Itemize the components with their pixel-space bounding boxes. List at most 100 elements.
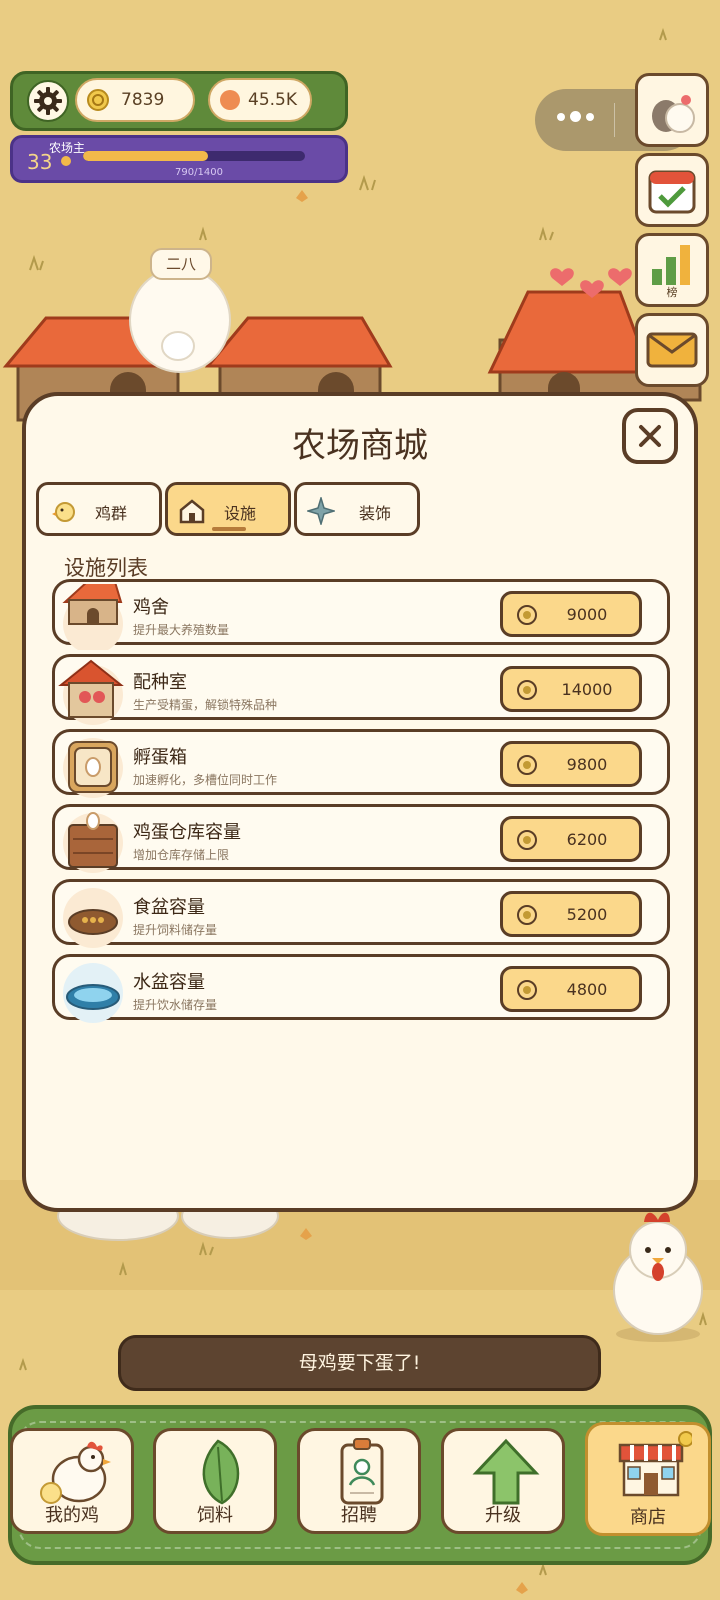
food-bowl-icon bbox=[63, 888, 123, 948]
tab-label: 鸡群 bbox=[95, 504, 128, 523]
chicken-name-tag[interactable]: 二八 bbox=[150, 248, 212, 280]
chicken-group-icon bbox=[652, 95, 695, 133]
xp-text: 790/1400 bbox=[175, 167, 223, 178]
tab-label: 装饰 bbox=[359, 504, 392, 523]
shop-item-water-bowl: 水盆容量 提升饮水储存量 4800 bbox=[52, 954, 670, 1023]
coin-icon bbox=[517, 755, 537, 775]
gem-counter[interactable]: 45.5K bbox=[208, 78, 312, 122]
item-price: 5200 bbox=[566, 905, 608, 924]
nav-shop[interactable]: 商店 bbox=[585, 1422, 711, 1536]
close-button[interactable] bbox=[622, 408, 678, 464]
modal-title: 农场商城 bbox=[292, 426, 428, 466]
buy-button[interactable]: 14000 bbox=[500, 666, 642, 712]
chicken-icon bbox=[40, 1441, 111, 1504]
chicken-collection-button[interactable] bbox=[635, 73, 709, 147]
level-panel[interactable]: 33 农场主 790/1400 bbox=[10, 135, 348, 183]
item-name: 配种室 bbox=[133, 672, 187, 693]
level-title: 农场主 bbox=[49, 141, 86, 155]
close-icon bbox=[639, 425, 661, 447]
bar-chart-icon bbox=[652, 245, 690, 285]
game-screen: 7839 45.5K 33 农场主 790/1400 榜 二八 农场商城 鸡群 … bbox=[0, 0, 720, 1600]
coin-icon bbox=[517, 680, 537, 700]
nav-label: 升级 bbox=[485, 1505, 521, 1526]
coin-icon bbox=[517, 830, 537, 850]
shop-item-coop: 鸡舍 提升最大养殖数量 9000 bbox=[52, 579, 670, 650]
item-name: 水盆容量 bbox=[133, 972, 205, 993]
egg-crate-icon bbox=[63, 812, 123, 873]
shop-item-food-bowl: 食盆容量 提升饲料储存量 5200 bbox=[52, 879, 670, 948]
house-icon bbox=[179, 499, 205, 524]
section-title: 设施列表 bbox=[64, 556, 148, 580]
tab-facilities[interactable]: 设施 bbox=[165, 482, 291, 536]
shop-modal: 农场商城 鸡群 设施 装饰 设施列表 鸡舍 提升最大养殖数量 9000 配种室 … bbox=[22, 392, 698, 1212]
shop-item-incubator: 孵蛋箱 加速孵化，多槽位同时工作 9800 bbox=[52, 729, 670, 798]
buy-button[interactable]: 9000 bbox=[500, 591, 642, 637]
buy-button[interactable]: 9800 bbox=[500, 741, 642, 787]
item-description: 提升最大养殖数量 bbox=[133, 623, 230, 637]
buy-button[interactable]: 5200 bbox=[500, 891, 642, 937]
item-description: 增加仓库存储上限 bbox=[133, 848, 230, 862]
tab-decorations[interactable]: 装饰 bbox=[294, 482, 420, 536]
coin-icon bbox=[517, 605, 537, 625]
item-description: 加速孵化，多槽位同时工作 bbox=[133, 773, 278, 787]
water-bowl-icon bbox=[63, 963, 123, 1023]
gem-amount: 45.5K bbox=[248, 90, 297, 110]
item-description: 提升饲料储存量 bbox=[133, 923, 218, 937]
item-description: 生产受精蛋，解锁特殊品种 bbox=[133, 698, 278, 712]
id-badge-icon bbox=[340, 1438, 384, 1505]
chick-icon bbox=[52, 502, 75, 522]
item-name: 鸡蛋仓库容量 bbox=[133, 822, 241, 843]
coin-icon bbox=[517, 905, 537, 925]
item-price: 4800 bbox=[566, 980, 608, 999]
white-chicken bbox=[129, 267, 231, 373]
nav-recruit[interactable]: 招聘 bbox=[297, 1428, 421, 1534]
daily-checkin-button[interactable] bbox=[635, 153, 709, 227]
coin-icon bbox=[87, 89, 109, 111]
item-price: 9800 bbox=[566, 755, 608, 774]
nav-label: 招聘 bbox=[341, 1505, 377, 1526]
coop-icon bbox=[62, 584, 123, 650]
xp-progress-fill bbox=[83, 151, 209, 161]
shop-icon bbox=[618, 1431, 692, 1497]
item-name: 食盆容量 bbox=[133, 897, 205, 918]
up-arrow-icon bbox=[472, 1438, 540, 1505]
nav-feed[interactable]: 饲料 bbox=[153, 1428, 277, 1534]
sparkle-icon bbox=[307, 497, 335, 525]
xp-progress-bar bbox=[83, 151, 305, 161]
nav-label: 我的鸡 bbox=[45, 1505, 99, 1526]
item-name: 鸡舍 bbox=[133, 597, 169, 618]
coin-icon bbox=[517, 980, 537, 1000]
ranking-label: 榜 bbox=[666, 286, 678, 299]
shop-item-egg-storage: 鸡蛋仓库容量 增加仓库存储上限 6200 bbox=[52, 804, 670, 873]
coin-amount: 7839 bbox=[121, 90, 165, 110]
mail-button[interactable] bbox=[635, 313, 709, 387]
shop-item-breeding-room: 配种室 生产受精蛋，解锁特殊品种 14000 bbox=[52, 654, 670, 725]
gem-icon bbox=[220, 90, 240, 110]
ranking-button[interactable]: 榜 bbox=[635, 233, 709, 307]
active-tab-indicator bbox=[212, 527, 246, 531]
item-price: 14000 bbox=[561, 680, 613, 699]
settings-button[interactable] bbox=[27, 80, 69, 122]
envelope-icon bbox=[646, 332, 698, 368]
nav-upgrade[interactable]: 升级 bbox=[441, 1428, 565, 1534]
resource-bar: 7839 45.5K bbox=[10, 71, 348, 131]
breeding-house-icon bbox=[58, 659, 124, 725]
notification-toast: 母鸡要下蛋了! bbox=[118, 1335, 601, 1391]
nav-label: 饲料 bbox=[197, 1505, 233, 1526]
buy-button[interactable]: 4800 bbox=[500, 966, 642, 1012]
item-description: 提升饮水储存量 bbox=[133, 998, 218, 1012]
coin-counter[interactable]: 7839 bbox=[75, 78, 195, 122]
tab-label: 设施 bbox=[224, 504, 257, 523]
tab-chickens[interactable]: 鸡群 bbox=[36, 482, 162, 536]
xp-dot bbox=[61, 156, 71, 166]
item-price: 9000 bbox=[566, 605, 608, 624]
item-name: 孵蛋箱 bbox=[133, 747, 187, 768]
buy-button[interactable]: 6200 bbox=[500, 816, 642, 862]
item-price: 6200 bbox=[566, 830, 608, 849]
nav-my-chickens[interactable]: 我的鸡 bbox=[10, 1428, 134, 1534]
more-menu-button[interactable] bbox=[557, 111, 594, 122]
leaf-icon bbox=[202, 1439, 240, 1505]
calendar-check-icon bbox=[648, 170, 696, 214]
incubator-icon bbox=[63, 738, 123, 798]
gear-icon bbox=[34, 87, 62, 115]
